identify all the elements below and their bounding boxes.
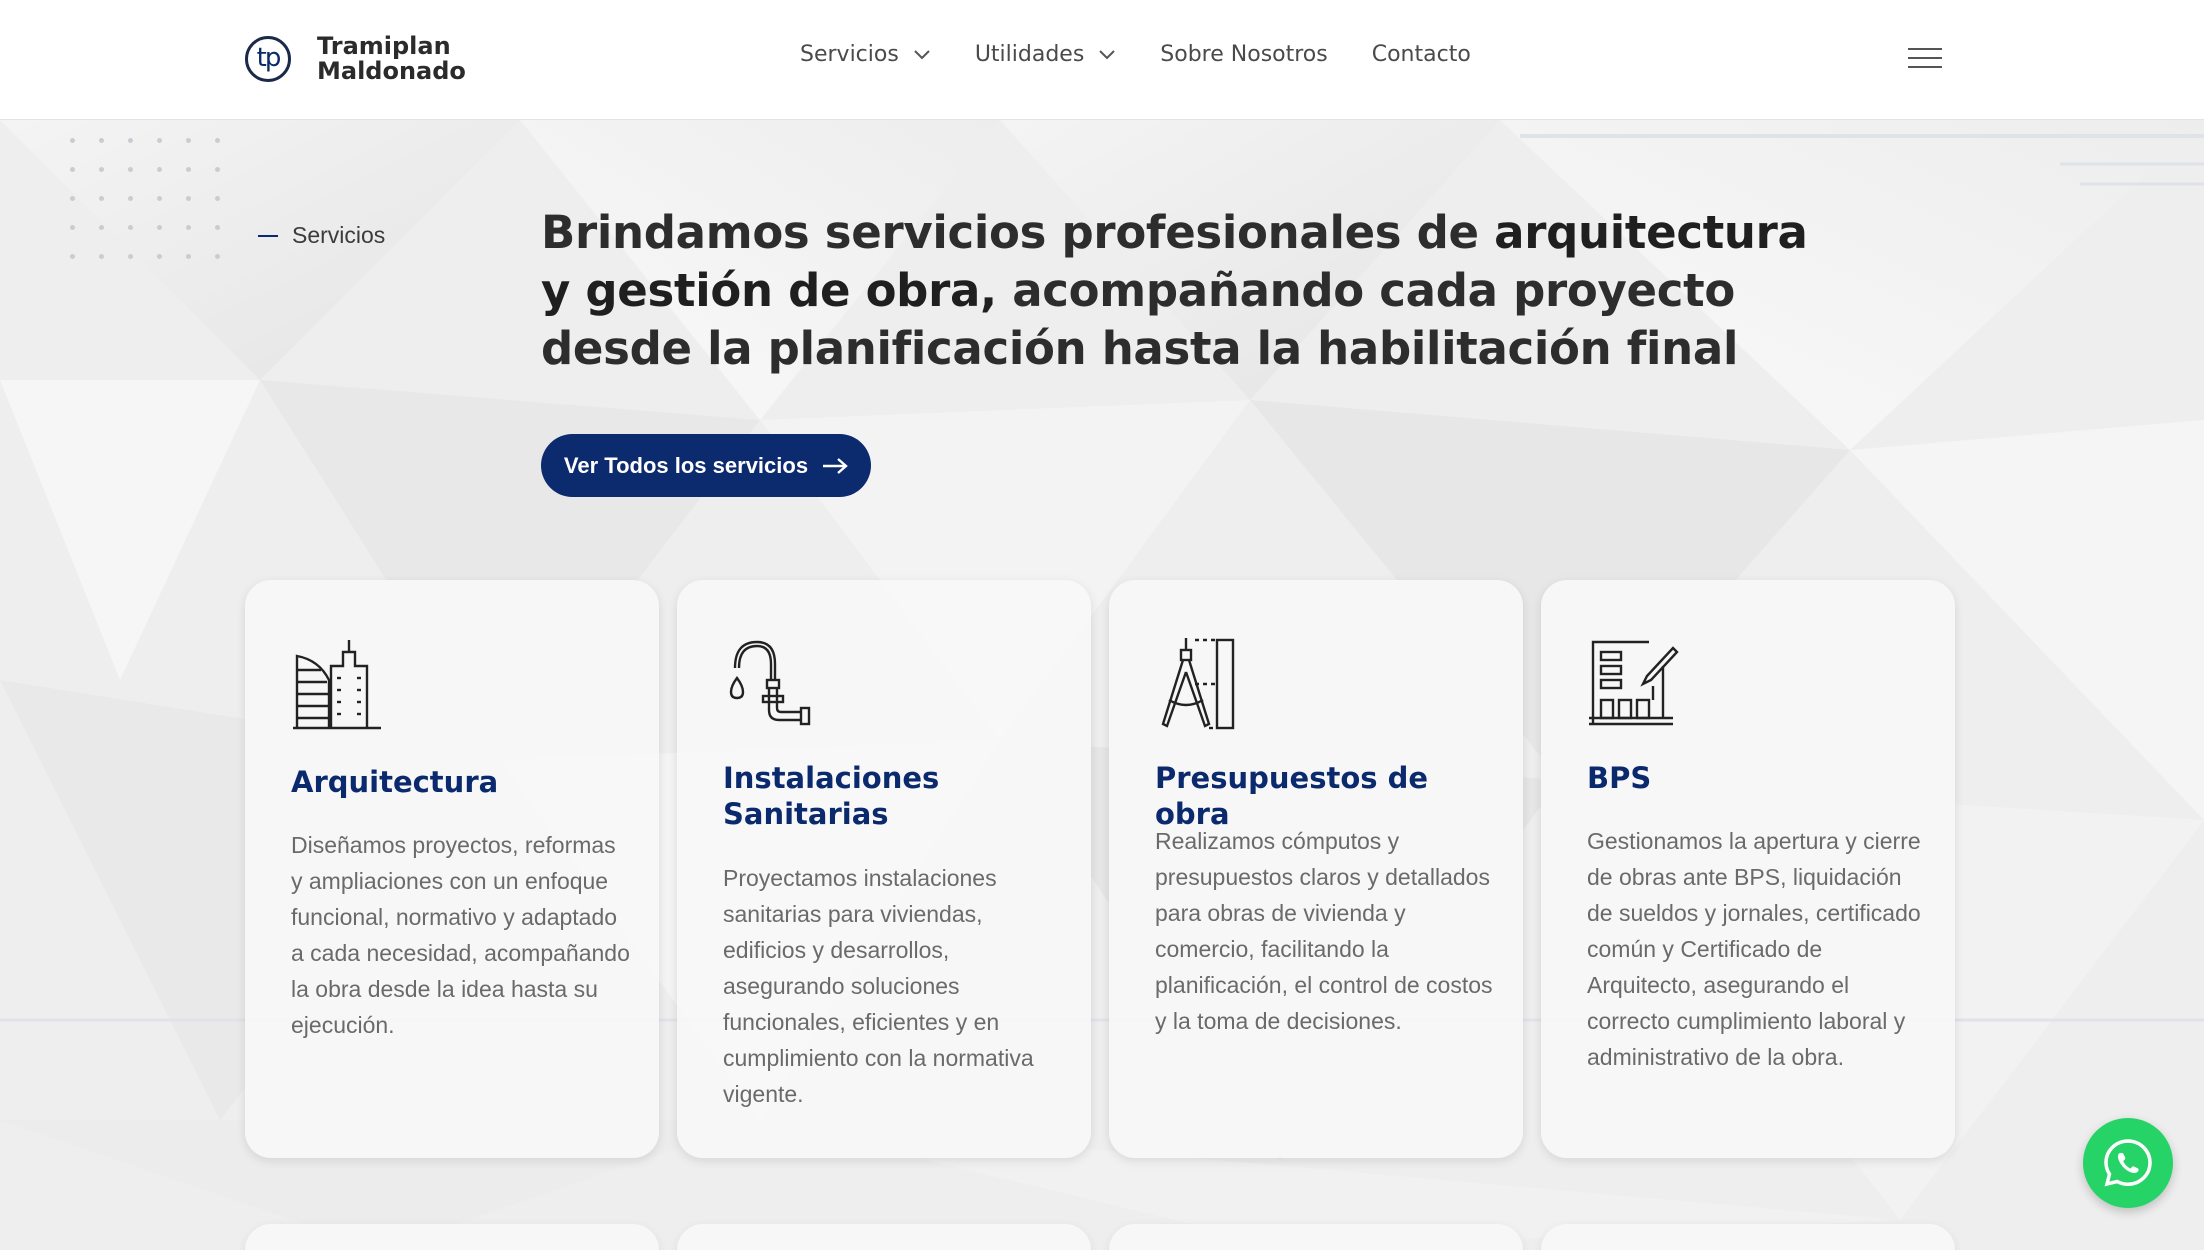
- headline-part1: Brindamos servicios profesionales de: [541, 206, 1495, 259]
- nav-item-utilidades[interactable]: Utilidades: [975, 42, 1116, 67]
- whatsapp-icon: [2104, 1139, 2152, 1187]
- nav-item-label: Contacto: [1371, 42, 1471, 67]
- view-all-services-button[interactable]: Ver Todos los servicios: [541, 434, 871, 497]
- service-card-bps[interactable]: BPS Gestionamos la apertura y cierre de …: [1541, 580, 1955, 1158]
- service-card-instalaciones-sanitarias[interactable]: Instalaciones Sanitarias Proyectamos ins…: [677, 580, 1091, 1158]
- service-card-presupuestos-de-obra[interactable]: Presupuestos de obra Realizamos cómputos…: [1109, 580, 1523, 1158]
- chevron-down-icon: [914, 49, 930, 59]
- chevron-down-icon: [1099, 49, 1116, 59]
- nav-item-sobre-nosotros[interactable]: Sobre Nosotros: [1160, 42, 1327, 67]
- card-description: Proyectamos instalaciones sanitarias par…: [723, 865, 1034, 1107]
- nav-item-contacto[interactable]: Contacto: [1372, 42, 1471, 67]
- faucet-pipe-icon: [729, 640, 811, 726]
- card-description: Gestionamos la apertura y cierre de obra…: [1587, 828, 1921, 1070]
- card-description: Diseñamos proyectos, reformas y ampliaci…: [291, 832, 630, 1038]
- brand-name: Tramiplan Maldonado: [317, 34, 466, 84]
- eyebrow-dash: [258, 234, 278, 237]
- service-card-next-row[interactable]: [1109, 1224, 1523, 1250]
- building-plan-icon: [1589, 640, 1679, 726]
- section-eyebrow: Servicios: [258, 222, 385, 249]
- card-title: Arquitectura: [291, 765, 499, 799]
- whatsapp-button[interactable]: [2083, 1118, 2173, 1208]
- buildings-icon: [293, 640, 381, 730]
- logo-mark-icon: tp: [245, 36, 291, 82]
- main-nav: Servicios Utilidades Sobre Nosotros Cont…: [800, 42, 1471, 67]
- brand-name-line1: Tramiplan: [317, 32, 451, 60]
- hamburger-menu-icon[interactable]: [1908, 48, 1942, 70]
- compass-ruler-icon: [1161, 638, 1235, 730]
- card-description: Realizamos cómputos y presupuestos claro…: [1155, 828, 1493, 1034]
- eyebrow-label: Servicios: [292, 222, 386, 248]
- card-title: Instalaciones Sanitarias: [723, 761, 940, 831]
- service-card-next-row[interactable]: [677, 1224, 1091, 1250]
- service-card-next-row[interactable]: [1541, 1224, 1955, 1250]
- hero-headline: Brindamos servicios profesionales de arq…: [541, 204, 1841, 378]
- card-title: BPS: [1587, 761, 1652, 795]
- card-title: Presupuestos de obra: [1155, 761, 1429, 831]
- site-header: tp Tramiplan Maldonado Servicios Utilida…: [0, 0, 2204, 120]
- brand-name-line2: Maldonado: [317, 57, 466, 85]
- nav-item-label: Servicios: [800, 42, 899, 67]
- nav-item-label: Utilidades: [974, 42, 1085, 67]
- nav-item-servicios[interactable]: Servicios: [800, 42, 931, 67]
- service-card-next-row[interactable]: [245, 1224, 659, 1250]
- brand-logo[interactable]: tp Tramiplan Maldonado: [245, 34, 466, 84]
- nav-item-label: Sobre Nosotros: [1160, 42, 1328, 67]
- service-card-arquitectura[interactable]: Arquitectura Diseñamos proyectos, reform…: [245, 580, 659, 1158]
- arrow-right-icon: [823, 457, 848, 474]
- cta-label: Ver Todos los servicios: [563, 452, 809, 478]
